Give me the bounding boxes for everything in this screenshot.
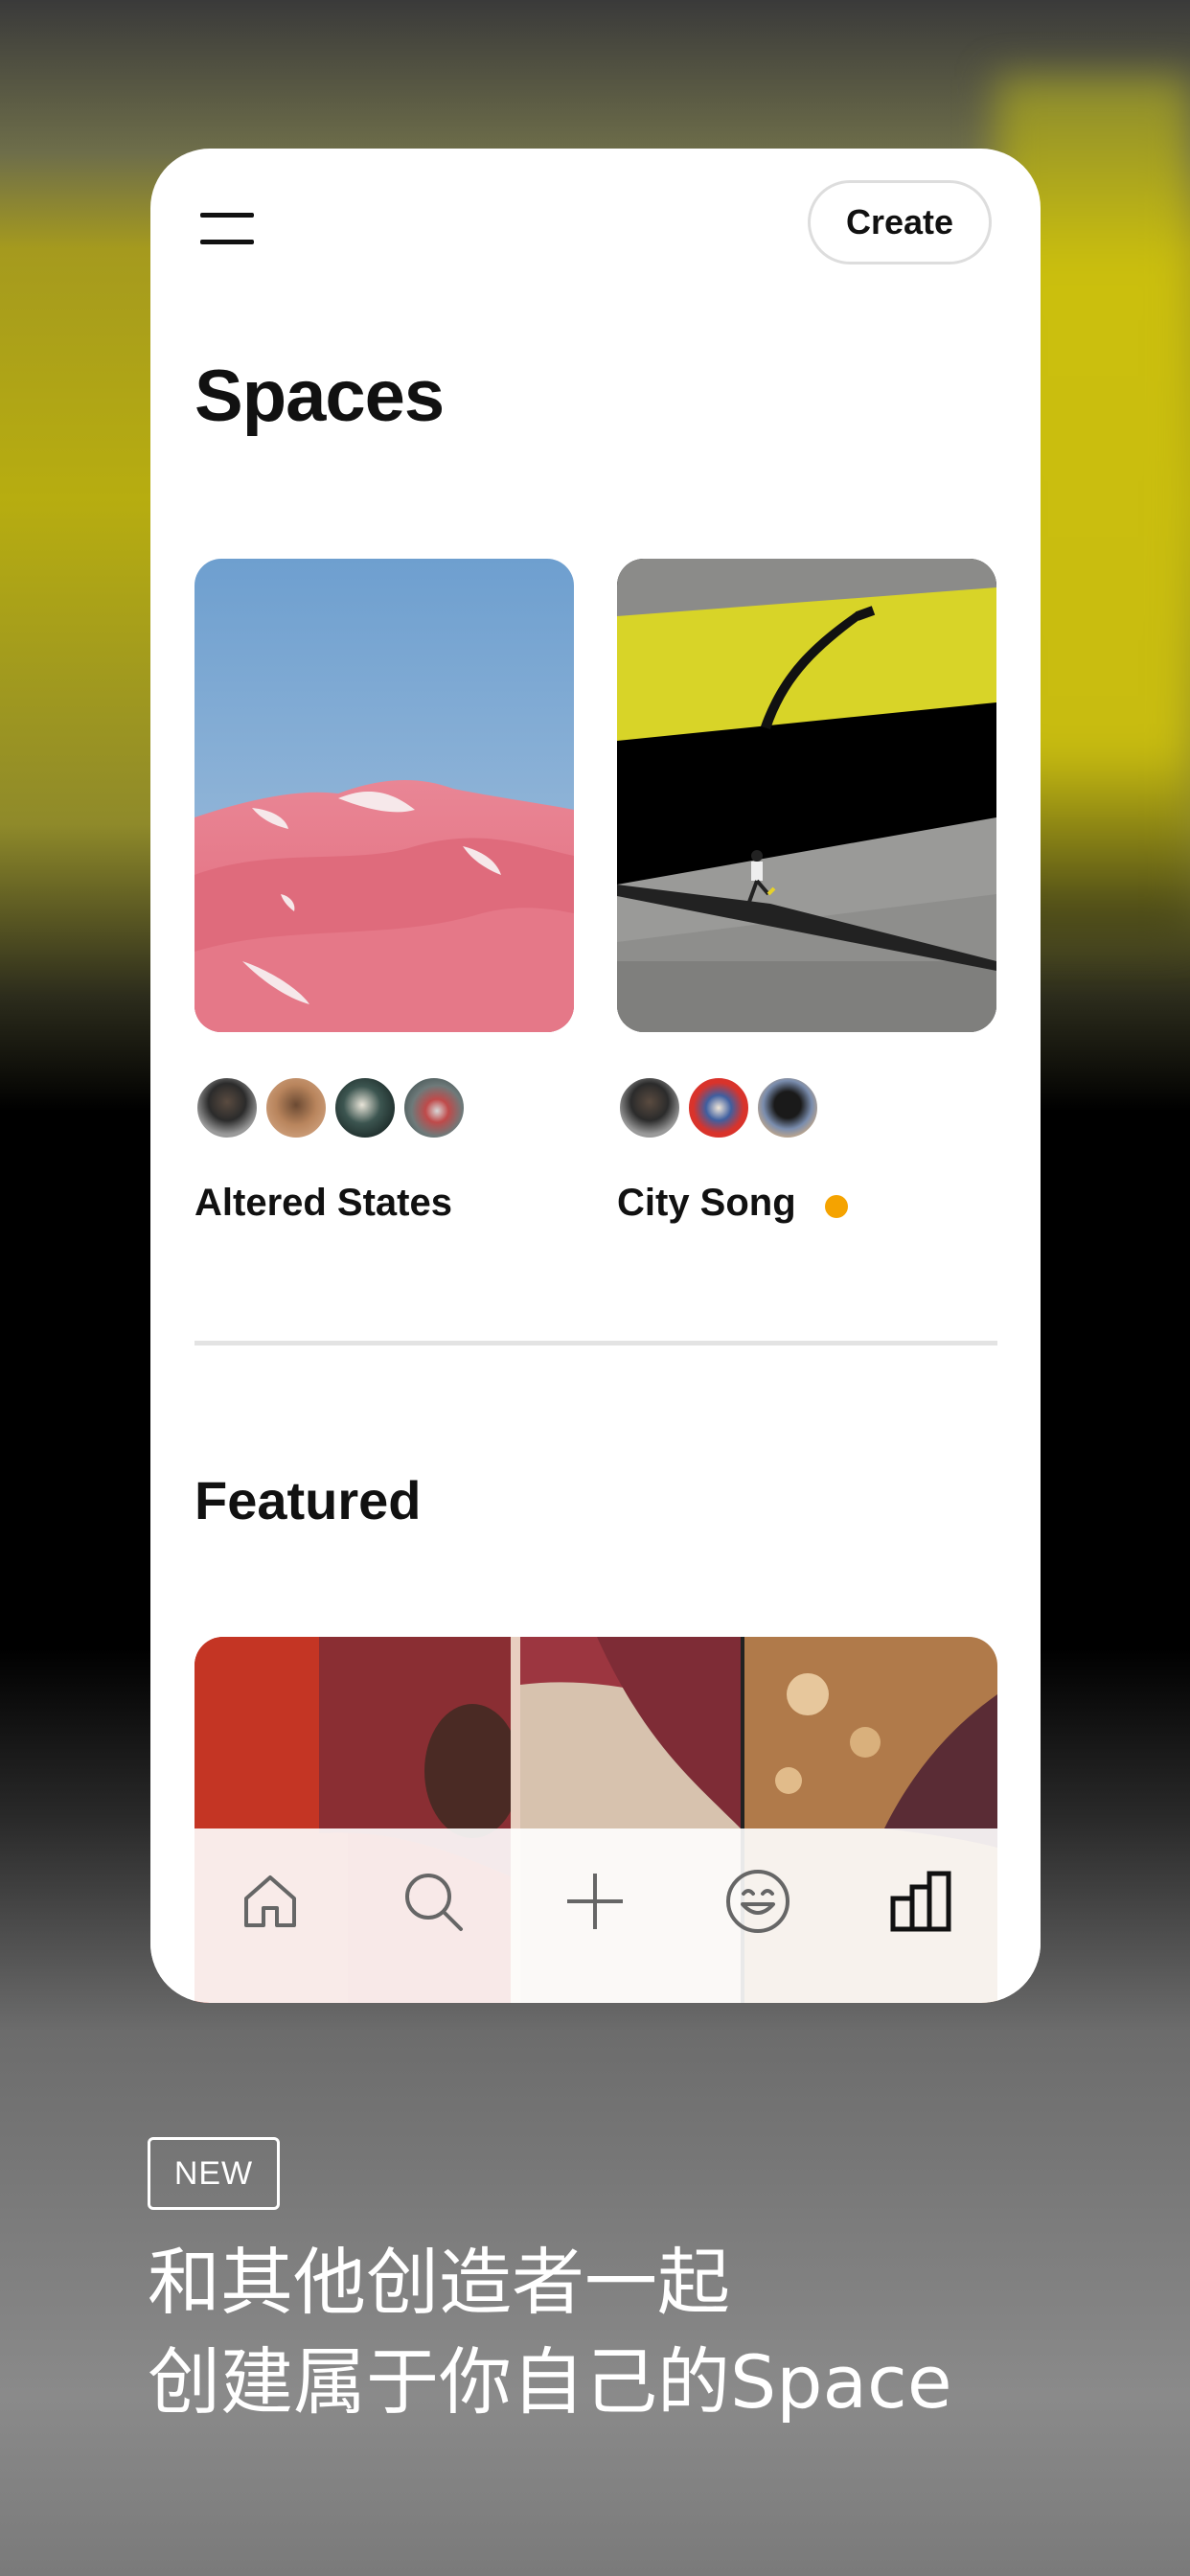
member-avatars-city-song <box>617 1075 828 1142</box>
promo-headline: 和其他创造者一起 创建属于你自己的Space <box>148 2233 952 2432</box>
promo-headline-line2: 创建属于你自己的Space <box>148 2339 952 2425</box>
avatar <box>617 1075 682 1140</box>
spaces-icon <box>890 1871 951 1932</box>
unread-indicator <box>825 1195 848 1218</box>
tab-spaces[interactable] <box>878 1858 964 1944</box>
home-icon <box>243 1875 296 1927</box>
space-name[interactable]: City Song <box>617 1182 796 1225</box>
smiley-icon <box>726 1870 790 1933</box>
promo-headline-line1: 和其他创造者一起 <box>148 2240 730 2325</box>
new-badge: NEW <box>148 2137 280 2210</box>
search-icon <box>404 1874 463 1931</box>
tab-home[interactable] <box>227 1858 313 1944</box>
avatar <box>195 1075 260 1140</box>
member-avatars-altered-states <box>195 1075 467 1142</box>
space-thumbnail-city-song[interactable] <box>617 559 996 1032</box>
create-button[interactable]: Create <box>808 180 992 264</box>
tab-activity[interactable] <box>715 1858 801 1944</box>
tab-bar <box>150 1828 1041 2003</box>
divider <box>195 1341 997 1346</box>
section-title-featured: Featured <box>195 1470 422 1530</box>
space-thumbnail-altered-states[interactable] <box>195 559 574 1032</box>
avatar <box>263 1075 329 1140</box>
menu-icon[interactable] <box>200 211 254 249</box>
plus-icon <box>567 1874 624 1929</box>
avatar <box>401 1075 467 1140</box>
tab-create[interactable] <box>552 1858 638 1944</box>
app-screen: Create Spaces Altered States City Song F… <box>150 149 1041 2003</box>
avatar <box>686 1075 751 1140</box>
tab-search[interactable] <box>390 1858 476 1944</box>
page-title: Spaces <box>195 356 445 437</box>
avatar <box>332 1075 398 1140</box>
avatar <box>755 1075 820 1140</box>
space-name[interactable]: Altered States <box>195 1182 452 1225</box>
